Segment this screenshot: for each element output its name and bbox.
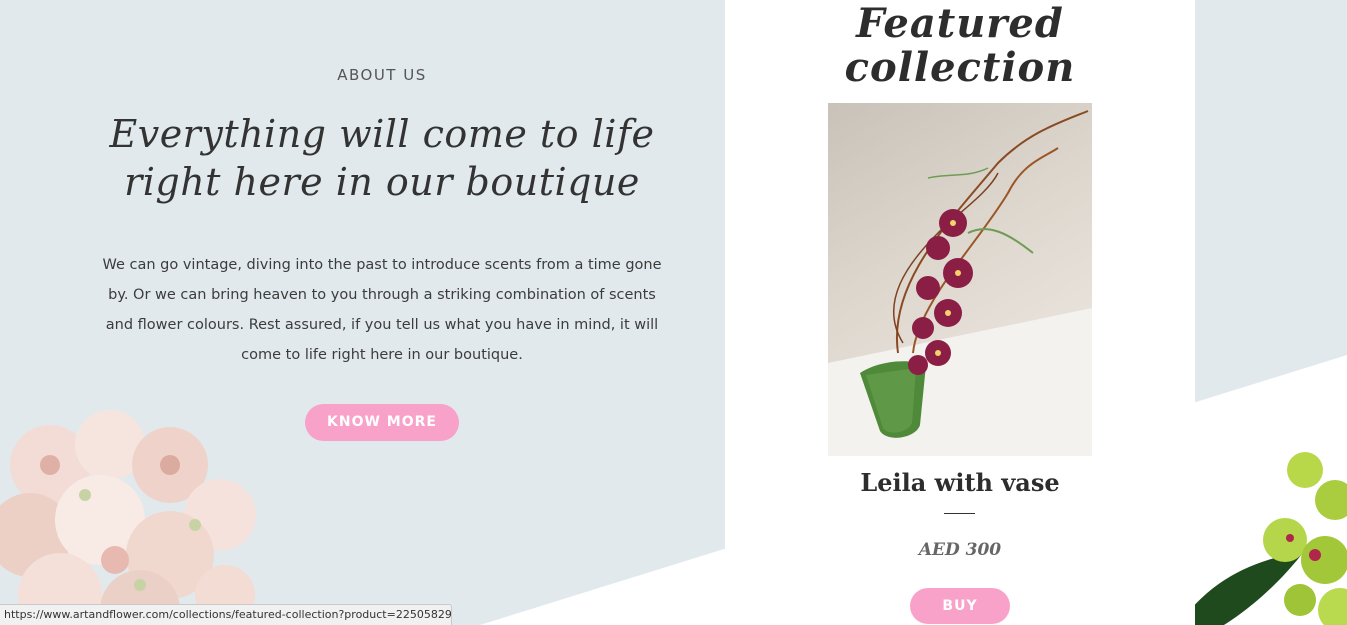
product-image[interactable]: [828, 103, 1092, 456]
product-name-divider: [944, 513, 975, 514]
about-eyebrow: ABOUT US: [337, 66, 427, 84]
bouquet-image-left: [0, 410, 256, 625]
product-price: AED 300: [918, 540, 1002, 560]
about-headline-line1: Everything will come to life: [109, 112, 655, 156]
featured-title-line1: Featured: [856, 0, 1064, 47]
featured-title-line2: collection: [844, 44, 1076, 91]
know-more-button[interactable]: KNOW MORE: [305, 404, 459, 441]
about-section: ABOUT US Everything will come to life ri…: [80, 0, 684, 441]
featured-title: Featured collection: [725, 0, 1195, 90]
buy-button[interactable]: BUY: [910, 588, 1010, 624]
about-body-text: We can go vintage, diving into the past …: [102, 257, 662, 363]
featured-collection-card: Featured collection Leila with vase AED …: [725, 0, 1195, 625]
about-headline-line2: right here in our boutique: [124, 160, 640, 204]
status-bar-url: https://www.artandflower.com/collections…: [0, 604, 452, 625]
about-headline: Everything will come to life right here …: [80, 110, 684, 206]
product-name[interactable]: Leila with vase: [725, 468, 1195, 497]
